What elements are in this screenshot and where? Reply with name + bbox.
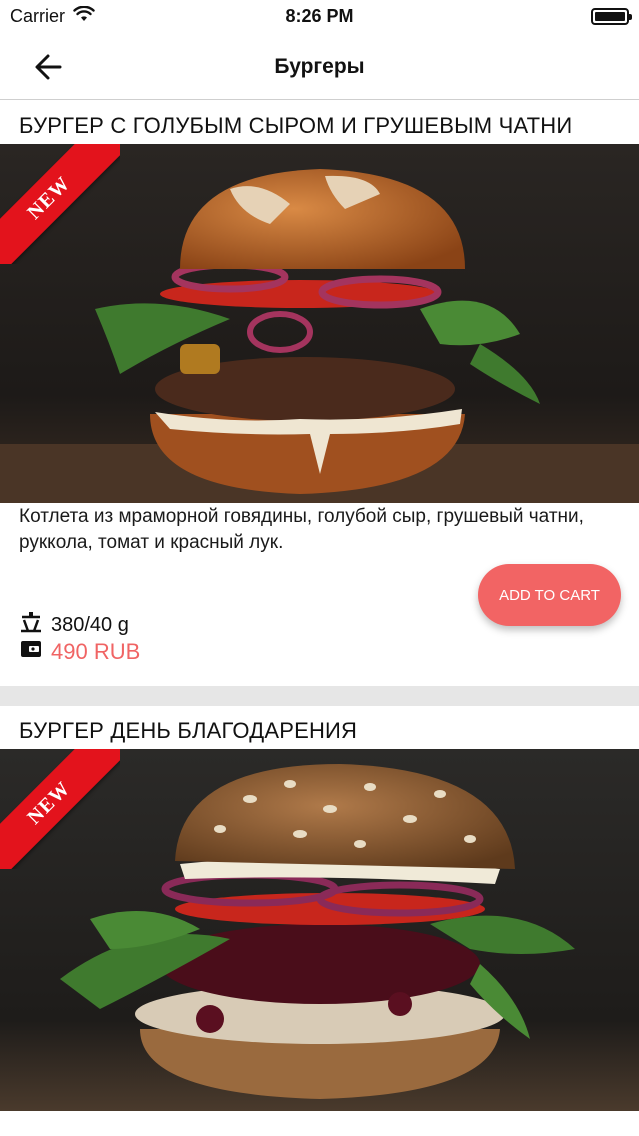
- product-card: БУРГЕР С ГОЛУБЫМ СЫРОМ И ГРУШЕВЫМ ЧАТНИ: [0, 101, 639, 686]
- wallet-icon: [19, 638, 43, 666]
- weight-row: 380/40 g: [19, 611, 129, 639]
- product-price: 490 RUB: [51, 639, 141, 664]
- page-title: Бургеры: [274, 55, 365, 78]
- new-ribbon: NEW: [0, 749, 120, 869]
- scale-icon: [19, 611, 43, 639]
- product-card: БУРГЕР ДЕНЬ БЛАГОДАРЕНИЯ NEW: [0, 706, 639, 1136]
- battery-icon: [591, 8, 632, 25]
- card-separator: [0, 686, 639, 706]
- product-title: БУРГЕР С ГОЛУБЫМ СЫРОМ И ГРУШЕВЫМ ЧАТНИ: [19, 113, 573, 138]
- product-title: БУРГЕР ДЕНЬ БЛАГОДАРЕНИЯ: [19, 718, 358, 743]
- new-badge-label: NEW: [22, 171, 75, 224]
- add-to-cart-button[interactable]: ADD TO CART: [478, 564, 621, 626]
- new-badge-label: NEW: [22, 776, 75, 829]
- status-time: 8:26 PM: [285, 6, 354, 26]
- product-weight: 380/40 g: [51, 613, 129, 636]
- navigation-bar: Бургеры: [0, 34, 639, 100]
- status-bar: Carrier 8:26 PM: [0, 0, 639, 34]
- product-image[interactable]: NEW: [0, 144, 639, 503]
- product-description: Котлета из мраморной говядины, голубой с…: [19, 506, 584, 553]
- price-row: 490 RUB: [19, 638, 140, 666]
- new-ribbon: NEW: [0, 144, 120, 264]
- product-image[interactable]: NEW: [0, 749, 639, 1111]
